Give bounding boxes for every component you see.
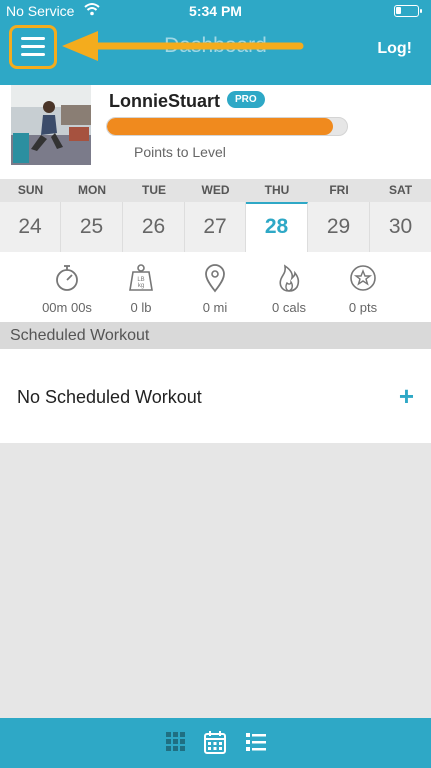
level-progress-fill — [107, 118, 333, 135]
bottom-nav — [0, 718, 431, 768]
week-calendar: SUN 24 MON 25 TUE 26 WED 27 THU 28 FRI 2… — [0, 179, 431, 252]
scheduled-workout-header: Scheduled Workout — [0, 322, 431, 349]
avatar[interactable] — [11, 85, 91, 165]
stat-value: 0 cals — [272, 300, 306, 315]
list-icon[interactable] — [246, 732, 266, 752]
stat-points: 0 pts — [332, 263, 394, 315]
grid-icon[interactable] — [166, 732, 186, 752]
calendar-icon[interactable] — [204, 730, 226, 754]
points-to-level-label: Points to Level — [134, 144, 226, 160]
stat-weight: LB kg 0 lb — [110, 263, 172, 315]
svg-text:kg: kg — [138, 283, 144, 289]
calendar-day-tue[interactable]: TUE 26 — [123, 179, 185, 252]
day-name: THU — [246, 179, 308, 202]
calendar-day-sat[interactable]: SAT 30 — [370, 179, 431, 252]
location-pin-icon — [205, 264, 225, 293]
stat-time: 00m 00s — [36, 263, 98, 315]
clock-label: 5:34 PM — [189, 3, 242, 19]
calendar-day-wed[interactable]: WED 27 — [185, 179, 246, 252]
day-number: 25 — [61, 202, 123, 252]
battery-icon — [394, 5, 422, 17]
workout-stats: 00m 00s LB kg 0 lb 0 mi 0 cals 0 pts — [0, 252, 431, 322]
calendar-day-mon[interactable]: MON 25 — [61, 179, 123, 252]
flame-icon — [279, 264, 300, 292]
stat-calories: 0 cals — [258, 263, 320, 315]
scheduled-workout-row: No Scheduled Workout + — [0, 349, 431, 443]
day-number: 27 — [185, 202, 246, 252]
day-name: TUE — [123, 179, 185, 202]
day-name: SAT — [370, 179, 431, 202]
stat-value: 0 mi — [202, 300, 228, 315]
day-name: WED — [185, 179, 246, 202]
stat-value: 0 lb — [130, 300, 152, 315]
star-icon — [350, 265, 376, 291]
stat-value: 0 pts — [348, 300, 378, 315]
arrow-pointer-icon — [62, 31, 304, 61]
profile-card: LonnieStuart PRO Points to Level — [0, 85, 431, 179]
no-scheduled-workout-text: No Scheduled Workout — [17, 387, 202, 407]
day-number: 24 — [0, 202, 61, 252]
username: LonnieStuart — [109, 91, 220, 111]
level-progress-bar — [106, 117, 348, 136]
day-number: 29 — [308, 202, 370, 252]
calendar-day-sun[interactable]: SUN 24 — [0, 179, 61, 252]
weight-icon: LB kg — [129, 264, 153, 291]
logout-button[interactable]: Log! — [377, 40, 412, 58]
add-workout-button[interactable]: + — [399, 381, 414, 412]
day-name: SUN — [0, 179, 61, 202]
top-bar: No Service 5:34 PM Dashboard Log! — [0, 0, 431, 85]
stat-distance: 0 mi — [184, 263, 246, 315]
day-number: 30 — [370, 202, 431, 252]
pro-badge: PRO — [227, 91, 265, 108]
day-number: 26 — [123, 202, 185, 252]
calendar-day-thu[interactable]: THU 28 — [246, 179, 308, 252]
day-name: MON — [61, 179, 123, 202]
status-bar: No Service 5:34 PM — [0, 0, 431, 22]
calendar-day-fri[interactable]: FRI 29 — [308, 179, 370, 252]
stopwatch-icon — [56, 265, 78, 291]
stat-value: 00m 00s — [42, 300, 92, 315]
day-number: 28 — [246, 202, 308, 252]
day-name: FRI — [308, 179, 370, 202]
